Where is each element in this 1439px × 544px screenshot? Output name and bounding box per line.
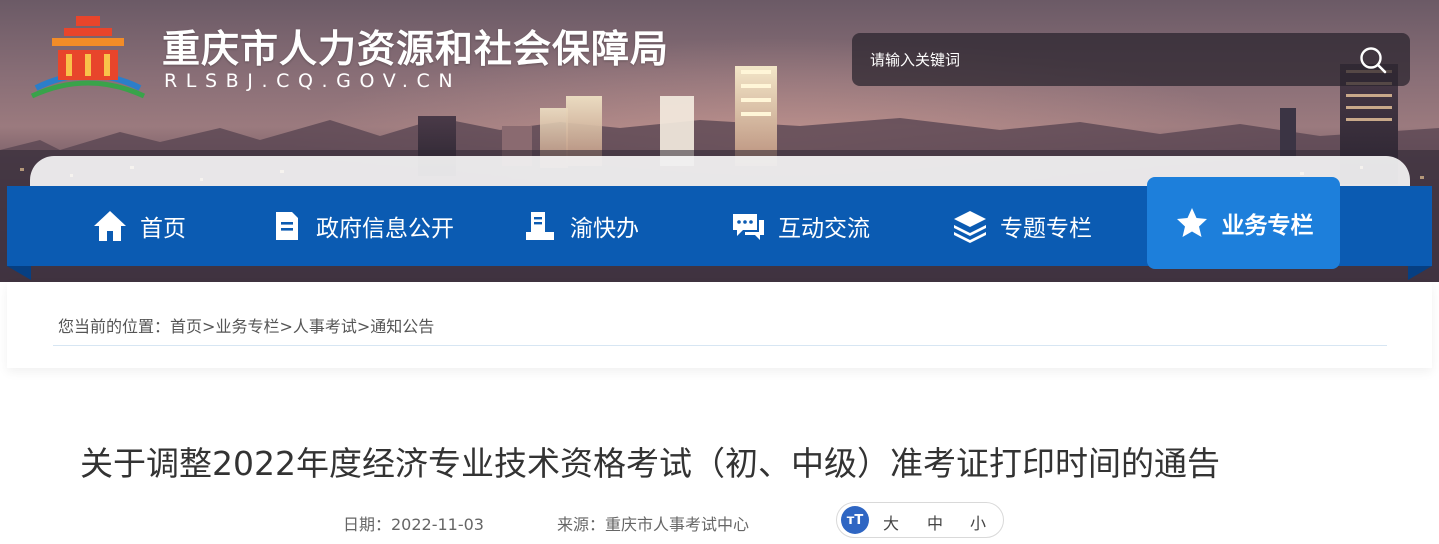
- breadcrumb-separator: >: [279, 317, 293, 336]
- nav-item-label: 渝快办: [570, 216, 639, 242]
- nav-item-label: 业务专栏: [1221, 213, 1314, 239]
- breadcrumb-divider: [53, 345, 1387, 346]
- star-icon: [1174, 205, 1210, 241]
- breadcrumb-link-home[interactable]: 首页: [170, 317, 202, 336]
- breadcrumb-link-notices[interactable]: 通知公告: [370, 317, 434, 336]
- nav-item-label: 专题专栏: [1000, 216, 1092, 242]
- search-box: [852, 33, 1410, 86]
- nav-item-label: 首页: [140, 216, 186, 242]
- chat-icon: [730, 208, 766, 244]
- service-desk-icon: [522, 208, 558, 244]
- nav-item-business[interactable]: 业务专栏: [1147, 177, 1340, 269]
- font-size-large-button[interactable]: 大: [883, 510, 899, 534]
- site-logo[interactable]: [28, 10, 148, 100]
- home-icon: [92, 208, 128, 244]
- nav-item-yukuaiban[interactable]: 渝快办: [522, 186, 639, 266]
- font-size-small-button[interactable]: 小: [970, 510, 986, 534]
- article-title: 关于调整2022年度经济专业技术资格考试（初、中级）准考证打印时间的通告: [80, 444, 1220, 483]
- breadcrumb-prefix: 您当前的位置：: [58, 317, 171, 336]
- search-icon[interactable]: [1358, 45, 1388, 75]
- font-size-control: тT 大 中 小: [836, 502, 1004, 538]
- nav-ribbon-left: [7, 266, 31, 280]
- breadcrumb-link-exams[interactable]: 人事考试: [293, 317, 357, 336]
- site-domain: RLSBJ.CQ.GOV.CN: [164, 70, 462, 92]
- nav-item-home[interactable]: 首页: [92, 186, 186, 266]
- breadcrumb-link-business[interactable]: 业务专栏: [215, 317, 279, 336]
- font-size-medium-button[interactable]: 中: [927, 510, 943, 534]
- article-date: 日期：2022-11-03: [343, 515, 484, 534]
- document-icon: [268, 208, 304, 244]
- article-source: 来源：重庆市人事考试中心: [557, 515, 750, 534]
- breadcrumb-separator: >: [202, 317, 216, 336]
- font-size-icon: тT: [841, 506, 869, 534]
- layers-icon: [952, 208, 988, 244]
- nav-item-label: 互动交流: [778, 216, 870, 242]
- nav-item-interaction[interactable]: 互动交流: [730, 186, 870, 266]
- search-input[interactable]: [852, 33, 1342, 86]
- site-name: 重庆市人力资源和社会保障局: [162, 27, 670, 71]
- breadcrumb-separator: >: [356, 317, 371, 336]
- breadcrumb: 您当前的位置：首页>业务专栏>人事考试>通知公告: [58, 313, 434, 337]
- nav-item-label: 政府信息公开: [316, 216, 454, 242]
- nav-ribbon-right: [1408, 266, 1432, 280]
- nav-item-gov-info[interactable]: 政府信息公开: [268, 186, 454, 266]
- nav-item-special-topics[interactable]: 专题专栏: [952, 186, 1092, 266]
